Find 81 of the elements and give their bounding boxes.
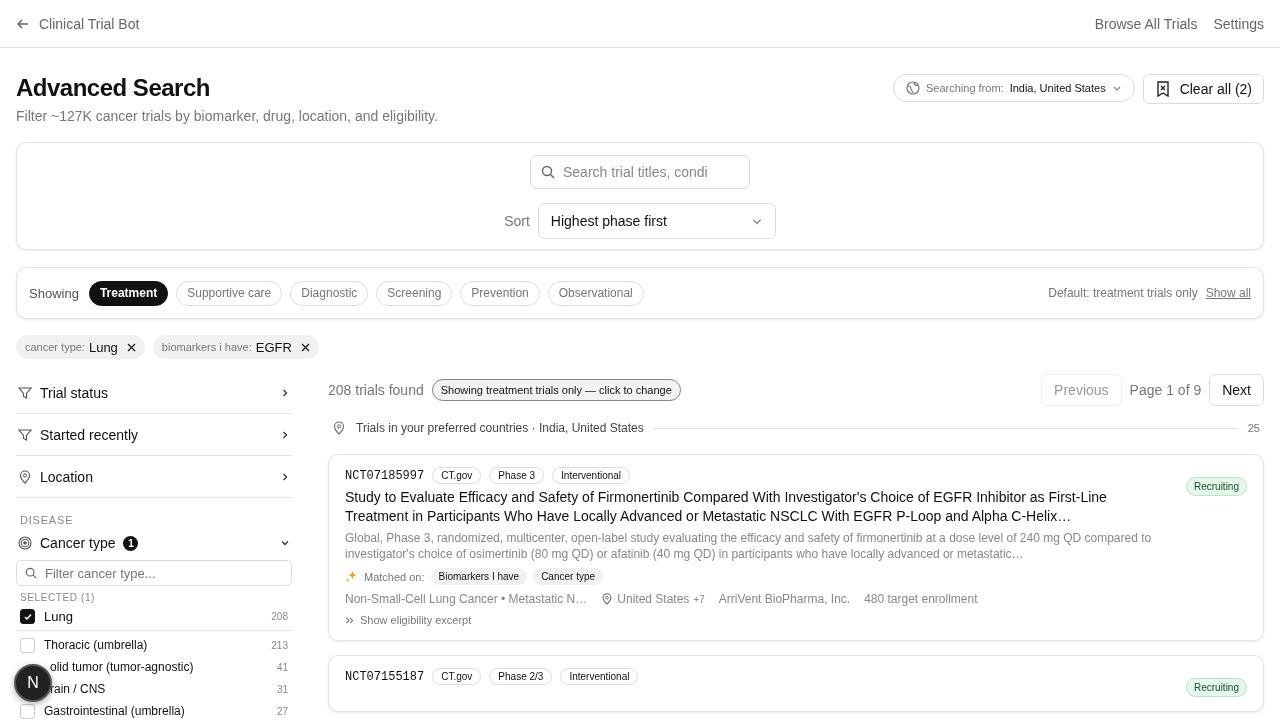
cancer-type-header[interactable]: Cancer type 1 <box>16 526 292 560</box>
section-heading: DISEASE <box>20 514 75 526</box>
option-count: 27 <box>276 705 288 717</box>
target-icon <box>18 536 32 550</box>
option-count: 41 <box>276 661 288 673</box>
filter-icon <box>18 428 32 442</box>
chevron-right-icon <box>280 472 290 482</box>
category-chip[interactable]: Diagnostic <box>290 280 369 306</box>
location-pin-icon <box>18 470 32 484</box>
mode-chip[interactable]: Showing treatment trials only — click to change <box>431 379 681 401</box>
sort-label: Sort <box>504 213 530 229</box>
page-indicator: Page 1 of 9 <box>1129 382 1202 398</box>
category-chip[interactable]: Prevention <box>460 280 540 306</box>
chevron-right-icon <box>280 430 290 440</box>
option-count: 208 <box>271 611 288 622</box>
showing-label: Showing <box>29 285 79 301</box>
filter-section[interactable]: Started recently <box>16 415 292 456</box>
globe-icon <box>905 81 920 95</box>
nav-link[interactable]: Browse All Trials <box>1094 15 1198 32</box>
checkmark-icon <box>22 611 33 622</box>
search-icon <box>25 567 37 579</box>
sort-dropdown[interactable]: Highest phase first <box>537 203 776 239</box>
country-selector[interactable]: Searching from: India, United States <box>892 74 1135 102</box>
category-chip[interactable]: Treatment <box>88 280 169 306</box>
chevron-down-icon <box>280 538 290 548</box>
close-icon[interactable] <box>126 342 136 352</box>
bookmark-x-icon <box>1155 81 1170 97</box>
location-pin-icon <box>332 421 346 435</box>
option-label[interactable]: rain / CNS <box>50 682 268 696</box>
default-note: Default: treatment trials only <box>1048 286 1198 300</box>
trial-summary: Global, Phase 3, randomized, multicenter, open-label study evaluating the efficacy and safety of firmonertinib at a dose level of 240 mg QD compared to investigator's choice of osimertinib (80 mg QD) or afatinib (40 mg QD) in participants who have locally advanced or metastatic… <box>345 530 1153 562</box>
sponsor-text: ArriVent BioPharma, Inc. <box>718 592 851 606</box>
filter-icon <box>18 386 32 400</box>
match-chip: Cancer type <box>533 568 604 585</box>
category-chip[interactable]: Screening <box>376 280 453 306</box>
location-text: United States <box>617 592 690 606</box>
search-icon <box>541 165 555 179</box>
filter-field[interactable]: Filter cancer type... <box>16 560 292 586</box>
chevron-right-icon <box>280 388 290 398</box>
trial-title[interactable]: Study to Evaluate Efficacy and Safety of Firmonertinib Compared With Investigator's Choice of EGFR Inhibitor as First-Line Treatment in Participants Who Have Locally Advanced or Metastatic NSCLC With EGFR P-Loop and Alpha C-Helix… <box>345 488 1170 526</box>
search-field[interactable]: Search trial titles, condi <box>530 155 750 189</box>
match-chip: Biomarkers I have <box>430 568 528 585</box>
status-badge: Recruiting <box>1185 678 1247 697</box>
matched-label: Matched on: <box>364 570 425 583</box>
selected-heading: SELECTED (1) <box>20 592 96 603</box>
clear-all-button[interactable]: Clear all (2) <box>1142 74 1264 104</box>
trial-id: NCT07185997 <box>345 468 425 483</box>
location-pin-icon <box>601 593 614 605</box>
filter-chip[interactable]: cancer type: Lung <box>16 335 145 359</box>
close-icon[interactable] <box>300 342 310 352</box>
trial-id: NCT07155187 <box>345 669 425 684</box>
option-label[interactable]: Thoracic (umbrella) <box>44 638 263 652</box>
condition-text: Non-Small-Cell Lung Cancer • Metastatic N… <box>345 592 588 606</box>
option-label[interactable]: olid tumor (tumor-agnostic) <box>50 660 268 674</box>
option-label[interactable]: Lung <box>44 609 263 624</box>
status-badge: Recruiting <box>1185 477 1247 496</box>
category-chip[interactable]: Supportive care <box>176 280 283 306</box>
sparkle-icon <box>345 570 358 583</box>
trial-card[interactable] <box>328 454 1264 641</box>
location-more: +7 <box>693 593 705 605</box>
option-label[interactable]: Gastrointestinal (umbrella) <box>44 704 268 718</box>
back-link[interactable]: Clinical Trial Bot <box>16 15 140 32</box>
enrollment-text: 480 target enrollment <box>864 592 978 606</box>
nav-link[interactable]: Settings <box>1213 15 1264 32</box>
group-label: Trials in your preferred countries · India, United States <box>356 421 644 435</box>
show-all-link[interactable]: Show all <box>1205 286 1251 300</box>
page-title: Advanced Search <box>16 74 211 102</box>
filter-section[interactable]: Trial status <box>16 373 292 414</box>
checkbox[interactable] <box>20 609 35 624</box>
results-count: 208 trials found <box>328 382 424 398</box>
page-subtitle: Filter ~127K cancer trials by biomarker, drug, location, and eligibility. <box>16 108 438 124</box>
group-count: 25 <box>1247 422 1260 434</box>
trial-card[interactable]: NCT07155187 CT.gov Phase 2/3 Interventional Recruiting <box>328 655 1264 712</box>
option-count: 213 <box>271 639 288 651</box>
option-count: 31 <box>276 683 288 695</box>
filter-section[interactable]: Location <box>16 457 292 498</box>
category-chip[interactable]: Observational <box>547 280 644 306</box>
eligibility-toggle[interactable]: Show eligibility excerpt <box>345 614 1170 626</box>
filter-chip[interactable]: biomarkers i have: EGFR <box>152 335 319 359</box>
double-chevron-icon <box>345 615 354 625</box>
next-button[interactable]: Next <box>1209 374 1264 406</box>
